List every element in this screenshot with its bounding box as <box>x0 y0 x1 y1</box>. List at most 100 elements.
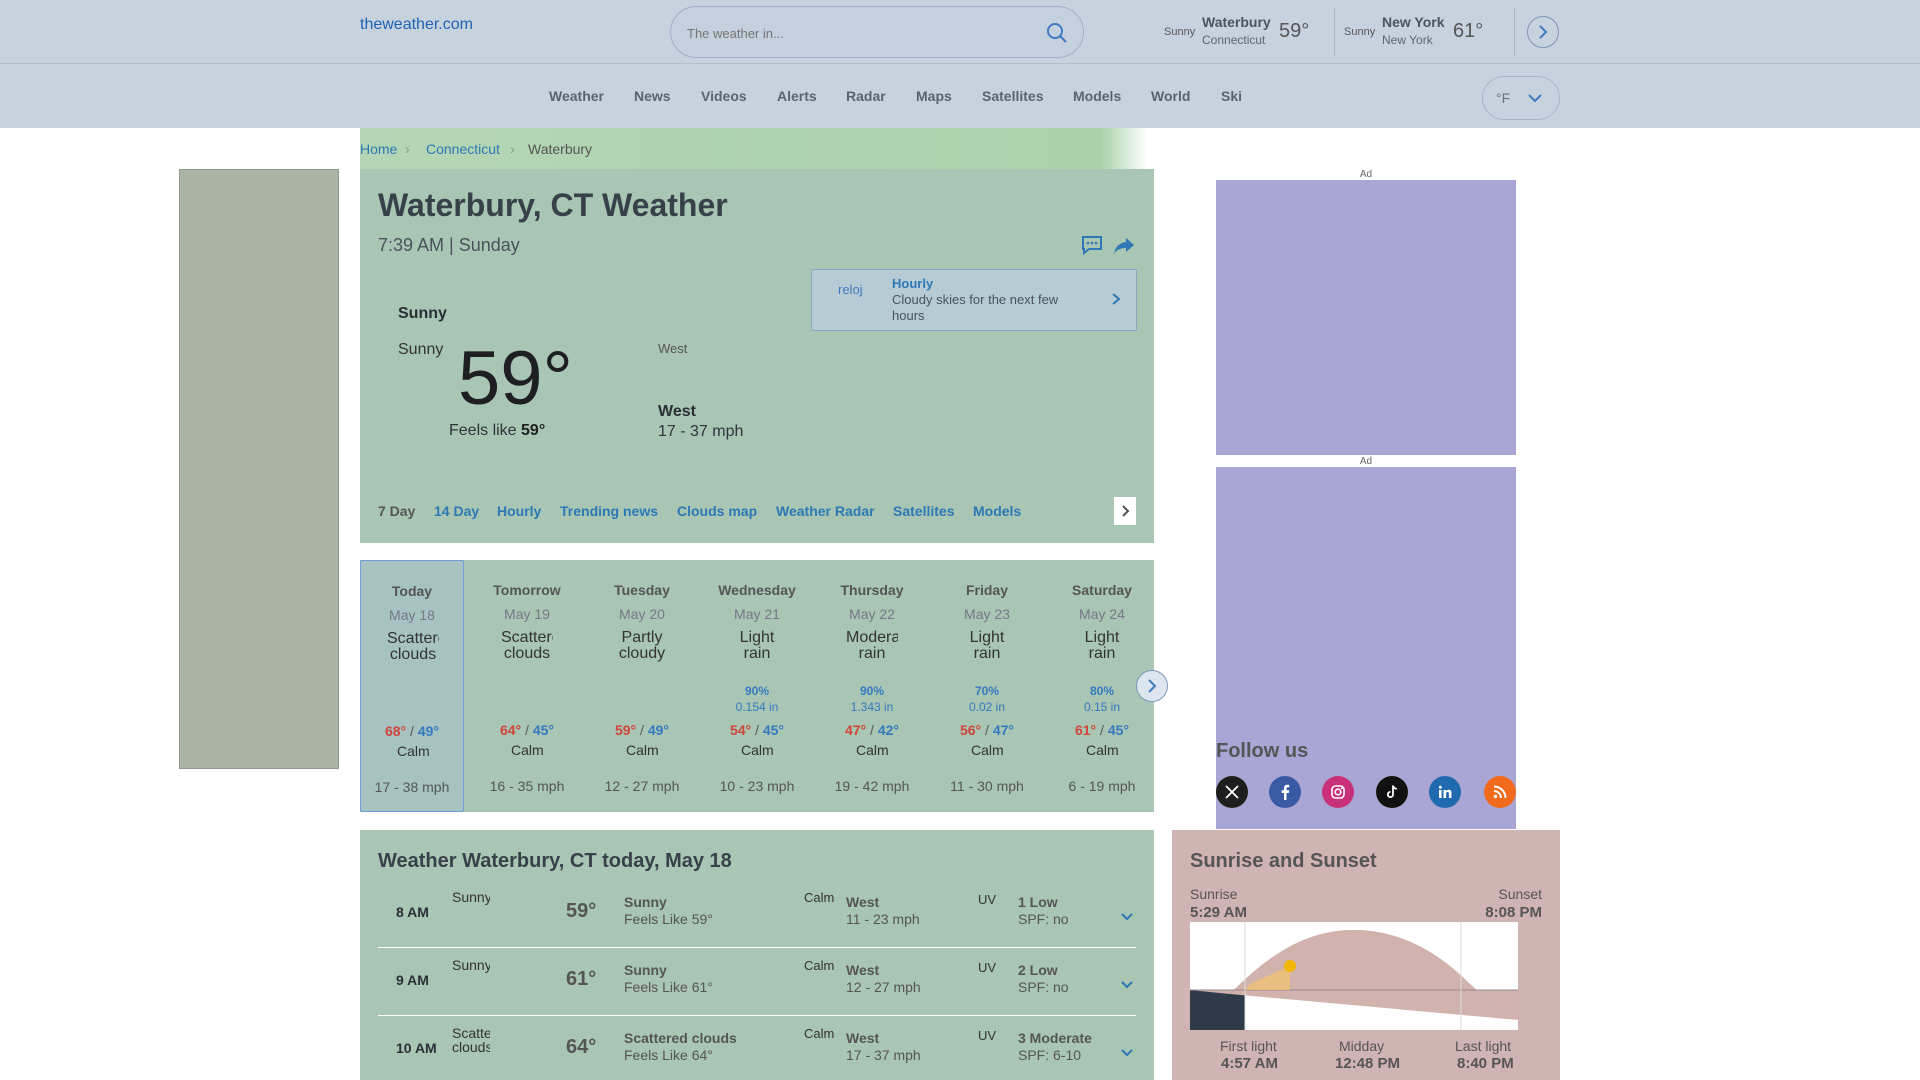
subnav-models[interactable]: Models <box>973 503 1021 519</box>
low-temp: 45° <box>1107 722 1129 738</box>
day-date: May 24 <box>1079 606 1125 622</box>
right-ad-top[interactable] <box>1216 180 1516 455</box>
forecast-day[interactable]: Wednesday May 21 Light rain 90% 0.154 in… <box>705 560 809 812</box>
location-temp: 59° <box>1279 20 1310 42</box>
main-nav: Weather News Videos Alerts Radar Maps Sa… <box>0 64 1920 128</box>
comment-icon[interactable] <box>1080 233 1104 257</box>
high-temp: 56° <box>959 722 982 738</box>
location-region: Connecticut <box>1202 33 1266 47</box>
nav-world[interactable]: World <box>1151 88 1190 104</box>
forecast-day[interactable]: Tomorrow May 19 Scattered clouds 64° / 4… <box>475 560 579 812</box>
hour-row[interactable]: 10 AM Scattered clouds 64° Scattered clo… <box>378 1016 1136 1080</box>
subnav-hourly[interactable]: Hourly <box>497 503 541 519</box>
subnav-14-day[interactable]: 14 Day <box>434 503 479 519</box>
sunny-icon: Sunny <box>1164 26 1196 38</box>
forecast-day[interactable]: Tuesday May 20 Partly cloudy 59° / 49° C… <box>590 560 694 812</box>
sun-title: Sunrise and Sunset <box>1190 850 1377 872</box>
subnav-7-day[interactable]: 7 Day <box>378 503 415 519</box>
rss-icon[interactable] <box>1484 776 1516 808</box>
x-icon[interactable] <box>1216 776 1248 808</box>
ad-label: Ad <box>1216 456 1516 467</box>
nav-satellites[interactable]: Satellites <box>982 88 1043 104</box>
nav-news[interactable]: News <box>634 88 671 104</box>
chevron-down-icon[interactable] <box>1120 978 1134 992</box>
light-rain-icon: Light rain <box>969 630 1005 662</box>
low-temp: 47° <box>992 722 1014 738</box>
nav-videos[interactable]: Videos <box>701 88 747 104</box>
current-condition: Sunny <box>398 305 447 322</box>
hourly-summary-link[interactable]: reloj Hourly Cloudy skies for the next f… <box>811 269 1137 331</box>
breadcrumb-home[interactable]: Home <box>360 141 397 157</box>
hour-time: 9 AM <box>396 972 429 988</box>
day-temps: 59° / 49° <box>614 722 669 738</box>
wind-range: 6 - 19 mph <box>1068 778 1136 794</box>
nav-models[interactable]: Models <box>1073 88 1121 104</box>
wind-range: 12 - 27 mph <box>604 778 680 794</box>
scattered-clouds-icon: Scattered clouds <box>387 631 439 663</box>
feels-like-value: 59° <box>521 422 546 439</box>
sunset-label: Sunset <box>1498 886 1542 902</box>
linkedin-icon[interactable] <box>1429 776 1461 808</box>
subnav-scroll-right[interactable] <box>1114 497 1136 525</box>
sunny-icon: Sunny <box>1344 26 1376 38</box>
breadcrumb-state[interactable]: Connecticut <box>426 141 500 157</box>
uv-icon: UV <box>978 892 997 907</box>
subnav-trending-news[interactable]: Trending news <box>560 503 658 519</box>
precip-chance: 90% <box>744 684 770 698</box>
next-locations-button[interactable] <box>1527 16 1559 48</box>
day-date: May 21 <box>734 606 780 622</box>
hour-condition: Sunny <box>624 894 667 910</box>
day-name: Tuesday <box>614 582 670 598</box>
day-date: May 20 <box>619 606 665 622</box>
quick-location-new-york[interactable]: Sunny New York New York 61° <box>1344 14 1504 50</box>
first-light-label: First light <box>1220 1038 1277 1054</box>
instagram-icon[interactable] <box>1322 776 1354 808</box>
site-logo[interactable]: theweather.com <box>360 16 473 34</box>
nav-maps[interactable]: Maps <box>916 88 952 104</box>
high-temp: 47° <box>844 722 867 738</box>
nav-weather[interactable]: Weather <box>549 88 604 104</box>
search-input[interactable] <box>687 22 1027 44</box>
nav-radar[interactable]: Radar <box>846 88 886 104</box>
sunny-icon: Sunny <box>452 958 490 973</box>
nav-alerts[interactable]: Alerts <box>777 88 817 104</box>
calm-wind-icon: Calm <box>856 742 888 758</box>
first-light-time: 4:57 AM <box>1221 1055 1278 1072</box>
nav-ski[interactable]: Ski <box>1221 88 1242 104</box>
hour-feels-like: Feels Like 64° <box>624 1047 713 1063</box>
share-icon[interactable] <box>1112 233 1136 257</box>
precip-chance: 70% <box>974 684 1000 698</box>
hour-spf: SPF: 6-10 <box>1018 1047 1082 1063</box>
search-icon[interactable] <box>1045 21 1069 45</box>
chevron-down-icon[interactable] <box>1120 1046 1134 1060</box>
hour-row[interactable]: 8 AM Sunny 59° Sunny Feels Like 59° Calm… <box>378 880 1136 948</box>
right-ad-bottom[interactable] <box>1216 467 1516 829</box>
sunrise-label: Sunrise <box>1190 886 1238 902</box>
moderate-rain-icon: Moderate rain <box>846 630 898 662</box>
subnav-weather-radar[interactable]: Weather Radar <box>776 503 875 519</box>
left-ad[interactable] <box>179 169 339 769</box>
hour-temp: 59° <box>566 900 597 922</box>
forecast-day[interactable]: Friday May 23 Light rain 70% 0.02 in 56°… <box>935 560 1039 812</box>
facebook-icon[interactable] <box>1269 776 1301 808</box>
chevron-down-icon[interactable] <box>1120 910 1134 924</box>
scattered-clouds-icon: Scattered clouds <box>452 1026 490 1055</box>
forecast-next-button[interactable] <box>1136 670 1168 702</box>
day-date: May 23 <box>964 606 1010 622</box>
subnav-clouds-map[interactable]: Clouds map <box>677 503 757 519</box>
chevron-down-icon <box>1528 94 1542 103</box>
forecast-day[interactable]: Thursday May 22 Moderate rain 90% 1.343 … <box>820 560 924 812</box>
search-box <box>670 6 1084 58</box>
hour-uv-index: 3 Moderate <box>1018 1030 1092 1046</box>
hour-row[interactable]: 9 AM Sunny 61° Sunny Feels Like 61° Calm… <box>378 948 1136 1016</box>
tiktok-icon[interactable] <box>1376 776 1408 808</box>
wind-range: 17 - 38 mph <box>374 779 450 795</box>
quick-location-waterbury[interactable]: Sunny Waterbury Connecticut 59° <box>1164 14 1324 50</box>
precip-amount: 0.02 in <box>968 700 1006 714</box>
day-date: May 22 <box>849 606 895 622</box>
subnav-satellites[interactable]: Satellites <box>893 503 954 519</box>
forecast-day[interactable]: Today May 18 Scattered clouds 68° / 49° … <box>360 560 464 812</box>
unit-selector[interactable]: °F <box>1482 76 1560 120</box>
low-temp: 42° <box>877 722 899 738</box>
precip-amount: 0.15 in <box>1083 700 1121 714</box>
